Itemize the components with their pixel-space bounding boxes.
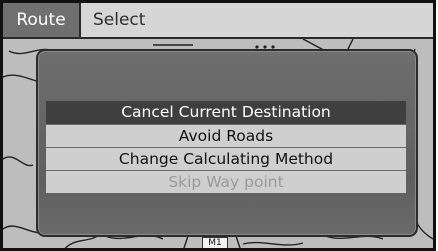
change-calculating-method-item[interactable]: Change Calculating Method bbox=[46, 147, 406, 170]
cancel-destination-item[interactable]: Cancel Current Destination bbox=[46, 101, 406, 124]
tab-bar: Route Select bbox=[3, 3, 433, 39]
tab-select[interactable]: Select bbox=[81, 3, 157, 37]
route-options-dialog: Cancel Current Destination Avoid Roads C… bbox=[36, 49, 418, 237]
skip-waypoint-item: Skip Way point bbox=[46, 170, 406, 193]
avoid-roads-item[interactable]: Avoid Roads bbox=[46, 124, 406, 147]
tab-route[interactable]: Route bbox=[3, 3, 81, 37]
route-options-menu: Cancel Current Destination Avoid Roads C… bbox=[46, 101, 406, 193]
road-label: M1 bbox=[202, 237, 228, 248]
navigation-screen: Route Select Cancel Current Destination … bbox=[0, 0, 436, 251]
